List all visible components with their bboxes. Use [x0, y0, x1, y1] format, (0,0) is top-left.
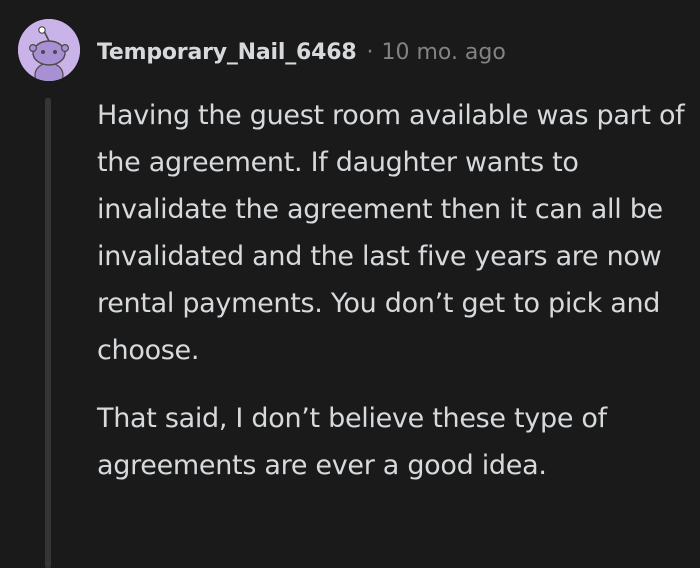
comment-body: Having the guest room available was part… — [97, 92, 687, 489]
thread-line[interactable] — [45, 98, 51, 568]
comment: Temporary_Nail_6468 · 10 mo. ago Having … — [0, 0, 700, 568]
comment-paragraph: That said, I don’t believe these type of… — [97, 403, 607, 481]
comment-header: Temporary_Nail_6468 · 10 mo. ago — [97, 34, 506, 70]
comment-paragraph: Having the guest room available was part… — [97, 100, 685, 366]
reddit-snoo-avatar-icon — [18, 19, 80, 81]
timestamp[interactable]: 10 mo. ago — [381, 40, 505, 65]
username-link[interactable]: Temporary_Nail_6468 — [97, 40, 357, 65]
separator-dot: · — [366, 39, 374, 65]
user-avatar[interactable] — [18, 19, 80, 81]
